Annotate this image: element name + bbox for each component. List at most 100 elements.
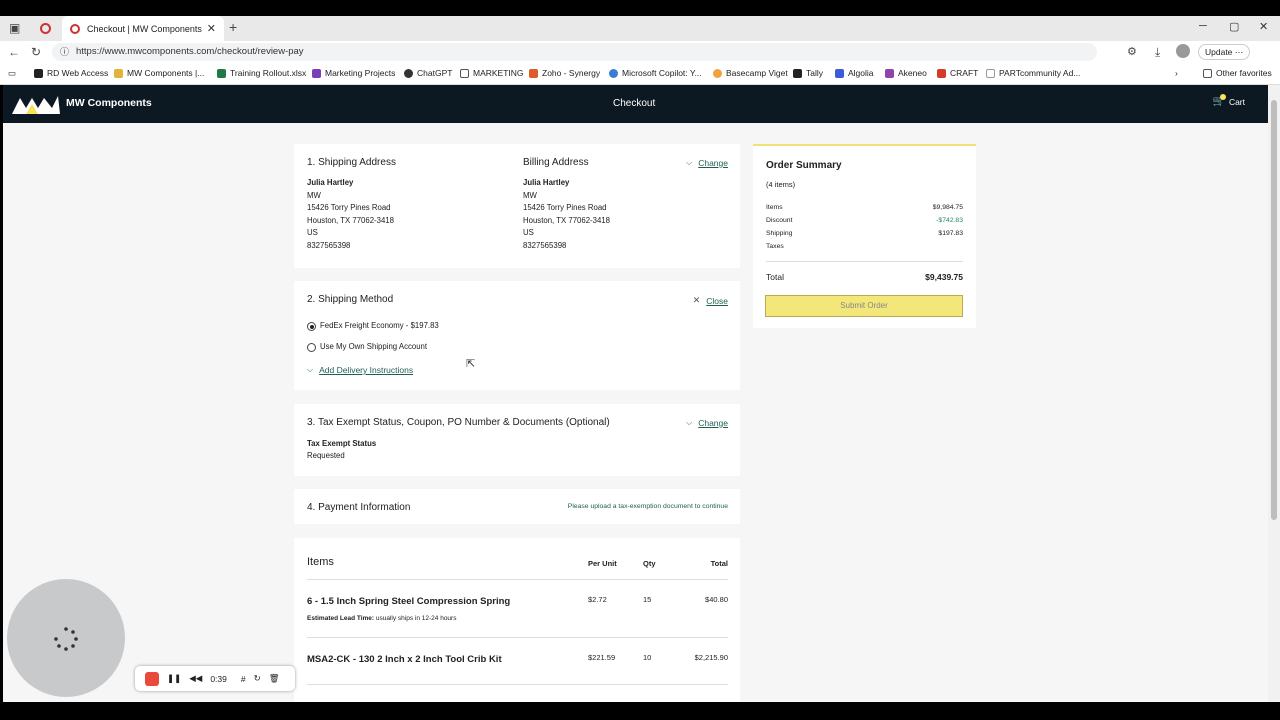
address-bar: ← ↻ ⓘ https://www.mwcomponents.com/check… bbox=[0, 41, 1280, 63]
restart-icon[interactable]: ↻ bbox=[254, 673, 261, 684]
billing-name: Julia Hartley bbox=[523, 178, 570, 187]
tax-change-button[interactable]: ⌵ Change bbox=[686, 418, 728, 428]
tab-checkout[interactable]: Checkout | MW Components ✕ bbox=[62, 16, 224, 41]
record-tab-icon[interactable] bbox=[40, 23, 51, 34]
bookmark-label: MARKETING bbox=[473, 68, 524, 78]
payment-note: Please upload a tax-exemption document t… bbox=[567, 503, 728, 510]
shipping-street: 15426 Torry Pines Road bbox=[307, 203, 391, 213]
shipping-close-link: Close bbox=[706, 295, 728, 306]
bookmark-14[interactable]: PARTcommunity Ad... bbox=[986, 68, 1080, 78]
item-1-qty: 15 bbox=[643, 595, 652, 604]
item-2-qty: 10 bbox=[643, 653, 652, 662]
bookmark-label: Training Rollout.xlsx bbox=[230, 68, 307, 78]
downloads-icon[interactable]: ⤓ bbox=[1155, 45, 1160, 60]
items-title: Items bbox=[307, 556, 334, 568]
item-1-name[interactable]: 6 - 1.5 Inch Spring Steel Compression Sp… bbox=[307, 596, 510, 607]
summary-total-value: $9,439.75 bbox=[925, 272, 963, 282]
close-tab-icon[interactable]: ✕ bbox=[207, 22, 216, 35]
profile-avatar[interactable] bbox=[1176, 44, 1190, 58]
bookmark-label: Zoho - Synergy bbox=[542, 68, 601, 78]
lead-time-value: usually ships in 12-24 hours bbox=[375, 615, 457, 622]
page-scrollbar[interactable] bbox=[1268, 85, 1280, 702]
summary-title: Order Summary bbox=[766, 160, 842, 171]
bookmarks-menu-icon[interactable]: ▭ bbox=[8, 68, 16, 79]
tab-title: Checkout | MW Components bbox=[87, 23, 202, 34]
bookmark-11[interactable]: Algolia bbox=[835, 68, 874, 78]
site-info-icon[interactable]: ⓘ bbox=[60, 43, 69, 61]
tab-actions-icon[interactable]: ▣ bbox=[9, 21, 20, 35]
bookmark-13[interactable]: CRAFT bbox=[937, 68, 978, 78]
billing-city: Houston, TX 77062-3418 bbox=[523, 215, 610, 225]
items-divider bbox=[307, 579, 728, 580]
bookmark-9[interactable]: Basecamp Viget bbox=[713, 68, 788, 78]
new-tab-icon[interactable]: + bbox=[229, 19, 237, 35]
bookmark-8[interactable]: Microsoft Copilot: Y... bbox=[609, 68, 702, 78]
lead-time-label: Estimated Lead Time: bbox=[307, 615, 375, 622]
cart-link[interactable]: 🛒 Cart bbox=[1212, 94, 1245, 107]
item-1-lead-time: Estimated Lead Time: usually ships in 12… bbox=[307, 615, 456, 622]
bookmark-label: RD Web Access bbox=[47, 68, 109, 78]
bookmarks-more-icon[interactable]: › bbox=[1175, 68, 1178, 78]
summary-taxes-label: Taxes bbox=[766, 243, 784, 250]
shipping-address-title: 1. Shipping Address bbox=[307, 157, 396, 168]
recorder-webcam-bubble[interactable] bbox=[7, 579, 125, 697]
close-window-icon[interactable]: ✕ bbox=[1259, 20, 1268, 33]
trash-icon[interactable]: 🗑 bbox=[269, 673, 280, 684]
bookmark-6[interactable]: MARKETING bbox=[460, 68, 524, 78]
delivery-instructions-toggle[interactable]: ⌵ Add Delivery Instructions bbox=[307, 365, 413, 375]
chevron-down-icon: ⌵ bbox=[686, 158, 693, 167]
bookmark-label: Microsoft Copilot: Y... bbox=[622, 68, 702, 78]
cart-icon: 🛒 bbox=[1212, 94, 1227, 107]
other-favorites[interactable]: Other favorites bbox=[1203, 68, 1272, 78]
item-1-per-unit: $2.72 bbox=[588, 595, 607, 604]
scrollbar-thumb[interactable] bbox=[1271, 100, 1277, 520]
item-2-per-unit: $221.59 bbox=[588, 653, 616, 662]
own-account-radio[interactable] bbox=[307, 343, 316, 352]
stop-recording-icon[interactable] bbox=[145, 671, 159, 686]
mw-logo-icon[interactable] bbox=[12, 94, 60, 114]
fedex-option-label[interactable]: FedEx Freight Economy - $197.83 bbox=[320, 320, 439, 333]
bookmark-7[interactable]: Zoho - Synergy bbox=[529, 68, 600, 78]
tax-title: 3. Tax Exempt Status, Coupon, PO Number … bbox=[307, 417, 610, 428]
bookmark-label: CRAFT bbox=[950, 68, 979, 78]
shipping-name: Julia Hartley bbox=[307, 178, 354, 187]
own-account-option-label[interactable]: Use My Own Shipping Account bbox=[320, 341, 427, 354]
shipping-address-block: Julia Hartley MW 15426 Torry Pines Road … bbox=[307, 177, 394, 253]
minimize-icon[interactable]: ─ bbox=[1199, 20, 1207, 32]
summary-total-row: Total $9,439.75 bbox=[766, 272, 963, 282]
bookmark-5[interactable]: ChatGPT bbox=[404, 68, 452, 78]
brand-name[interactable]: MW Components bbox=[66, 97, 152, 109]
refresh-icon[interactable]: ↻ bbox=[31, 45, 41, 59]
update-button[interactable]: Update ⋯ bbox=[1198, 44, 1250, 60]
submit-order-button[interactable]: Submit Order bbox=[765, 295, 963, 317]
tax-status-value: Requested bbox=[307, 451, 345, 460]
rewind-icon[interactable]: ◀◀ bbox=[189, 673, 202, 684]
summary-taxes-row: Taxes bbox=[766, 243, 963, 250]
back-icon[interactable]: ← bbox=[8, 45, 20, 59]
extensions-icon[interactable]: ⚙ bbox=[1127, 45, 1137, 58]
bookmark-2[interactable]: MW Components |... bbox=[114, 68, 204, 78]
bookmark-4[interactable]: Marketing Projects bbox=[312, 68, 395, 78]
bookmark-10[interactable]: Tally bbox=[793, 68, 823, 78]
cart-label: Cart bbox=[1228, 96, 1245, 107]
bookmark-1[interactable]: RD Web Access bbox=[34, 68, 108, 78]
url-input[interactable]: ⓘ https://www.mwcomponents.com/checkout/… bbox=[52, 43, 1097, 61]
bookmark-label: Akeneo bbox=[898, 68, 927, 78]
grid-icon[interactable]: # bbox=[241, 674, 246, 684]
shipping-close-button[interactable]: ✕ Close bbox=[693, 295, 728, 306]
bookmark-12[interactable]: Akeneo bbox=[885, 68, 927, 78]
chevron-down-icon: ⌵ bbox=[686, 418, 693, 427]
billing-change-button[interactable]: ⌵ Change bbox=[686, 158, 728, 168]
tax-card: 3. Tax Exempt Status, Coupon, PO Number … bbox=[294, 404, 740, 476]
item-2-name[interactable]: MSA2-CK - 130 2 Inch x 2 Inch Tool Crib … bbox=[307, 654, 502, 665]
pause-icon[interactable]: ❚❚ bbox=[167, 673, 181, 684]
summary-discount-label: Discount bbox=[766, 217, 793, 224]
order-summary-card: Order Summary (4 items) Items $9,984.75 D… bbox=[753, 144, 976, 328]
bookmark-3[interactable]: Training Rollout.xlsx bbox=[217, 68, 306, 78]
maximize-icon[interactable]: ▢ bbox=[1229, 20, 1239, 33]
billing-address-block: Julia Hartley MW 15426 Torry Pines Road … bbox=[523, 177, 610, 253]
page-title: Checkout bbox=[613, 98, 656, 109]
site-favicon-icon bbox=[70, 23, 80, 34]
fedex-radio[interactable] bbox=[307, 322, 316, 331]
mouse-cursor-icon: ⇱ bbox=[466, 358, 476, 370]
